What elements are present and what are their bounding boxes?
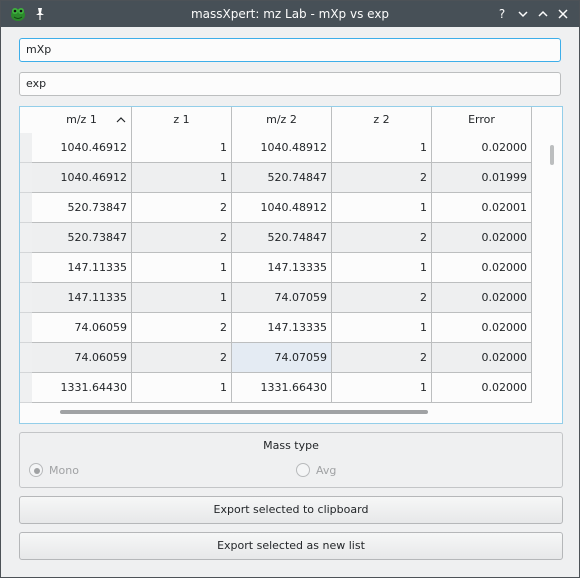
cell-mz2[interactable]: 1040.48912: [232, 193, 332, 223]
cell-z1[interactable]: 2: [132, 223, 232, 253]
cell-mz2[interactable]: 520.74847: [232, 163, 332, 193]
cell-z2[interactable]: 2: [332, 223, 432, 253]
table-row[interactable]: 147.11335 1 74.07059 2 0.02000: [20, 283, 532, 313]
cell-z2[interactable]: 1: [332, 193, 432, 223]
table-row[interactable]: 1040.46912 1 520.74847 2 0.01999: [20, 163, 532, 193]
radio-dot: [34, 468, 40, 474]
cell-z1[interactable]: 1: [132, 253, 232, 283]
cell-mz1[interactable]: 520.73847: [32, 193, 132, 223]
mono-label: Mono: [49, 464, 79, 477]
row-header[interactable]: [20, 163, 32, 193]
cell-mz1[interactable]: 1040.46912: [32, 133, 132, 163]
cell-error[interactable]: 0.02000: [432, 313, 532, 343]
vertical-scrollbar[interactable]: [550, 145, 554, 165]
cell-mz2[interactable]: 74.07059: [232, 283, 332, 313]
radio-circle: [29, 463, 43, 477]
row-header[interactable]: [20, 313, 32, 343]
column-header-mz1[interactable]: m/z 1: [32, 107, 132, 133]
cell-error[interactable]: 0.02000: [432, 223, 532, 253]
export-clipboard-button[interactable]: Export selected to clipboard: [19, 496, 563, 524]
table-row[interactable]: 147.11335 1 147.13335 1 0.02000: [20, 253, 532, 283]
table-row[interactable]: 1040.46912 1 1040.48912 1 0.02000: [20, 133, 532, 163]
cell-mz2[interactable]: 1040.48912: [232, 133, 332, 163]
window-title: massXpert: mz Lab - mXp vs exp: [190, 7, 390, 21]
table-row[interactable]: 1331.64430 1 1331.66430 1 0.02000: [20, 373, 532, 403]
column-header-error[interactable]: Error: [432, 107, 532, 133]
cell-mz1[interactable]: 147.11335: [32, 253, 132, 283]
column-header-z1[interactable]: z 1: [132, 107, 232, 133]
cell-mz2[interactable]: 147.13335: [232, 253, 332, 283]
mass-type-group: Mass type Mono Avg: [19, 432, 563, 488]
cell-mz1[interactable]: 520.73847: [32, 223, 132, 253]
cell-z2[interactable]: 1: [332, 253, 432, 283]
cell-error[interactable]: 0.01999: [432, 163, 532, 193]
second-list-field[interactable]: exp: [19, 72, 561, 96]
cell-z1[interactable]: 1: [132, 283, 232, 313]
cell-z1[interactable]: 2: [132, 343, 232, 373]
cell-mz2[interactable]: 147.13335: [232, 313, 332, 343]
minimize-icon[interactable]: [515, 6, 531, 22]
row-header[interactable]: [20, 193, 32, 223]
match-table[interactable]: m/z 1 z 1 m/z 2 z 2 Error 1040.46912 1 104…: [19, 106, 563, 424]
cell-mz1[interactable]: 1331.64430: [32, 373, 132, 403]
cell-z1[interactable]: 1: [132, 373, 232, 403]
help-button[interactable]: ?: [494, 6, 510, 22]
cell-mz1[interactable]: 147.11335: [32, 283, 132, 313]
cell-z1[interactable]: 1: [132, 133, 232, 163]
column-header-mz2[interactable]: m/z 2: [232, 107, 332, 133]
radio-circle: [296, 463, 310, 477]
cell-mz1[interactable]: 74.06059: [32, 343, 132, 373]
table-row[interactable]: 74.06059 2 74.07059 2 0.02000: [20, 343, 532, 373]
cell-error[interactable]: 0.02000: [432, 283, 532, 313]
cell-error[interactable]: 0.02000: [432, 373, 532, 403]
cell-mz1[interactable]: 1040.46912: [32, 163, 132, 193]
cell-error[interactable]: 0.02000: [432, 133, 532, 163]
column-header-z2[interactable]: z 2: [332, 107, 432, 133]
cell-z2[interactable]: 1: [332, 373, 432, 403]
first-list-field[interactable]: mXp: [19, 38, 561, 62]
row-header[interactable]: [20, 133, 32, 163]
cell-mz1[interactable]: 74.06059: [32, 313, 132, 343]
cell-error[interactable]: 0.02001: [432, 193, 532, 223]
titlebar[interactable]: massXpert: mz Lab - mXp vs exp ?: [1, 1, 579, 27]
row-header[interactable]: [20, 253, 32, 283]
cell-error[interactable]: 0.02000: [432, 343, 532, 373]
cell-mz2[interactable]: 1331.66430: [232, 373, 332, 403]
row-header[interactable]: [20, 283, 32, 313]
maximize-icon[interactable]: [535, 6, 551, 22]
sort-ascending-icon: [116, 117, 126, 123]
table-row[interactable]: 520.73847 2 520.74847 2 0.02000: [20, 223, 532, 253]
cell-z2[interactable]: 1: [332, 133, 432, 163]
main-window: massXpert: mz Lab - mXp vs exp ? mXp exp…: [0, 0, 580, 578]
row-header[interactable]: [20, 343, 32, 373]
table-row[interactable]: 74.06059 2 147.13335 1 0.02000: [20, 313, 532, 343]
table-row[interactable]: 520.73847 2 1040.48912 1 0.02001: [20, 193, 532, 223]
horizontal-scrollbar[interactable]: [60, 410, 428, 414]
avg-label: Avg: [316, 464, 337, 477]
cell-mz2[interactable]: 74.07059: [232, 343, 332, 373]
cell-mz2[interactable]: 520.74847: [232, 223, 332, 253]
cell-z1[interactable]: 2: [132, 313, 232, 343]
cell-z1[interactable]: 2: [132, 193, 232, 223]
cell-z1[interactable]: 1: [132, 163, 232, 193]
cell-z2[interactable]: 2: [332, 163, 432, 193]
close-icon[interactable]: [555, 6, 571, 22]
row-header[interactable]: [20, 223, 32, 253]
cell-z2[interactable]: 2: [332, 283, 432, 313]
cell-error[interactable]: 0.02000: [432, 253, 532, 283]
export-new-list-button[interactable]: Export selected as new list: [19, 532, 563, 560]
mass-type-title: Mass type: [263, 439, 319, 452]
cell-z2[interactable]: 2: [332, 343, 432, 373]
cell-z2[interactable]: 1: [332, 313, 432, 343]
row-header[interactable]: [20, 373, 32, 403]
